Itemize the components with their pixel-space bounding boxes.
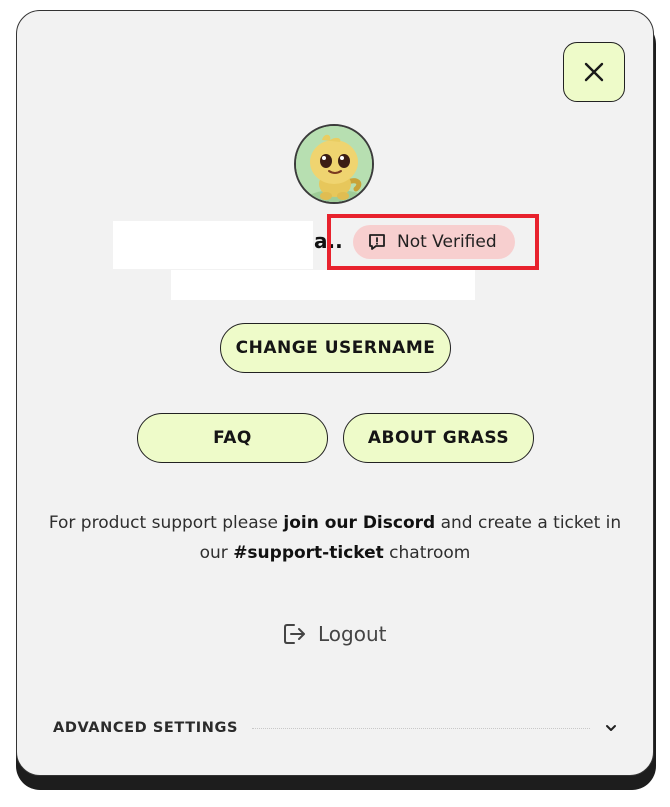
about-grass-button[interactable]: ABOUT GRASS (343, 413, 534, 463)
logout-button[interactable]: Logout (280, 620, 386, 648)
highlight-box (327, 214, 539, 270)
close-button[interactable] (563, 42, 625, 102)
chevron-down-icon (606, 725, 616, 731)
redacted-username (113, 221, 313, 269)
advanced-settings-toggle[interactable]: ADVANCED SETTINGS (53, 712, 618, 744)
close-icon (584, 62, 604, 82)
support-text: For product support please join our Disc… (48, 513, 622, 563)
divider (252, 727, 590, 729)
redacted-email (171, 270, 475, 300)
advanced-settings-label: ADVANCED SETTINGS (53, 720, 239, 736)
avatar (294, 124, 374, 204)
change-username-button[interactable]: CHANGE USERNAME (220, 323, 451, 373)
support-channel: #support-ticket (233, 543, 384, 563)
logout-icon (284, 624, 305, 644)
discord-link[interactable]: join our Discord (283, 513, 435, 533)
logout-label: Logout (318, 622, 387, 646)
faq-button[interactable]: FAQ (137, 413, 328, 463)
